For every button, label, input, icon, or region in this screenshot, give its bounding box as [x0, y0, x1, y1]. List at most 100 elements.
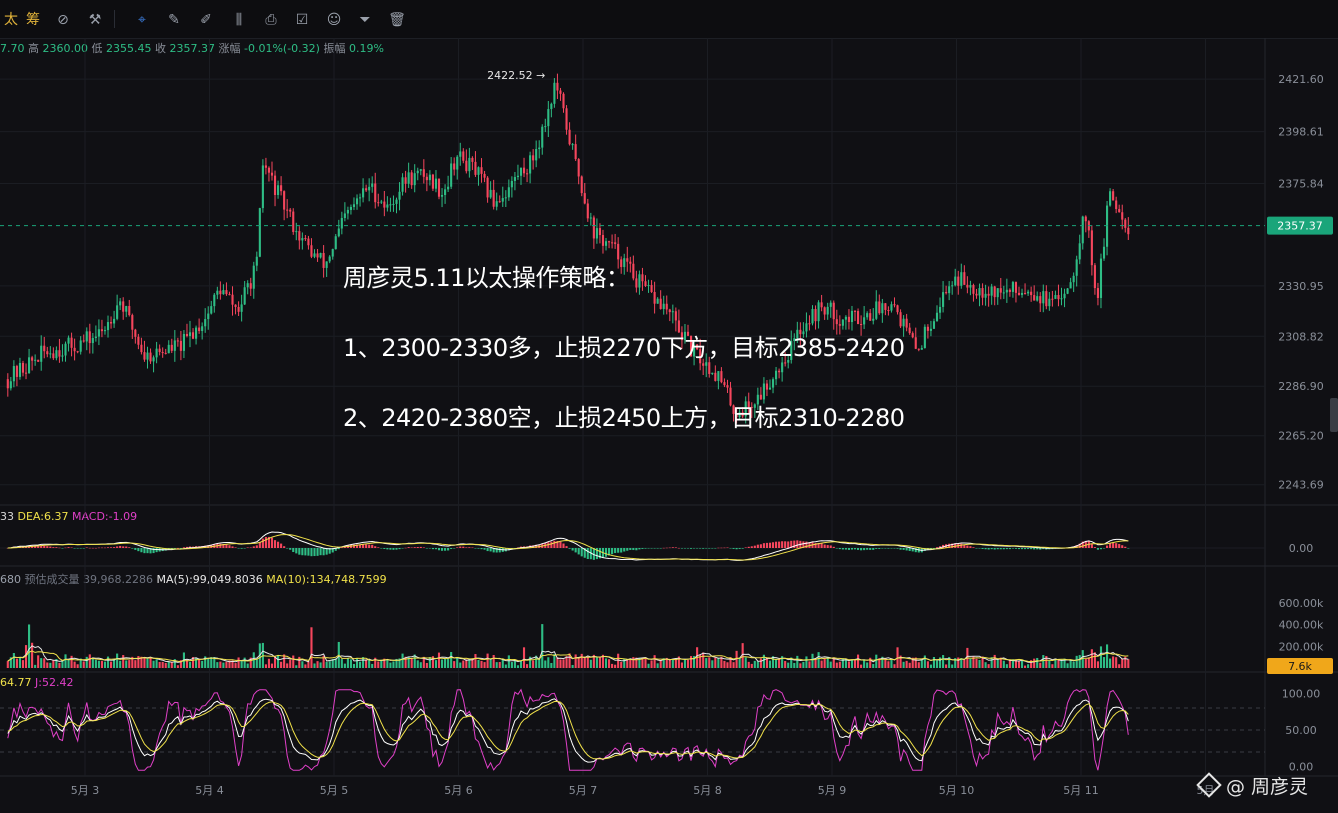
chip-distribution[interactable]: 筹	[22, 9, 44, 31]
volume-bar	[425, 662, 428, 668]
macd-histogram-bar	[440, 548, 444, 551]
macd-histogram-bar	[662, 547, 665, 549]
volume-bar	[113, 659, 116, 668]
macd-histogram-bar	[380, 548, 383, 549]
volume-bar	[574, 654, 577, 668]
macd-histogram-bar	[46, 546, 49, 548]
trash-icon[interactable]: 🗑	[386, 9, 408, 31]
volume-bar	[492, 655, 495, 668]
candle-body	[447, 186, 450, 190]
emoji-icon[interactable]: ☺	[323, 9, 345, 31]
candle-body	[358, 197, 362, 199]
macd-histogram-bar	[881, 548, 884, 549]
candle-body	[1051, 298, 1054, 300]
candle-body	[179, 340, 182, 351]
volume-bar	[929, 664, 932, 668]
volume-bar	[1027, 664, 1030, 668]
macd-zero-label: 0.00	[1289, 542, 1314, 555]
macd-histogram-bar	[784, 541, 787, 548]
candle-body	[1078, 243, 1081, 260]
candle-body	[164, 352, 167, 354]
candle-body	[307, 238, 310, 246]
macd-histogram-bar	[717, 547, 720, 549]
tools-icon[interactable]: ⚒	[84, 9, 106, 31]
macd-histogram-bar	[52, 547, 55, 548]
candle-body	[289, 209, 292, 212]
candle-body	[853, 310, 857, 312]
volume-bar	[152, 660, 155, 668]
macd-histogram-bar	[756, 544, 759, 548]
volume-bar	[298, 656, 301, 668]
macd-histogram-bar	[407, 547, 410, 548]
candle-body	[999, 288, 1002, 293]
macd-histogram-bar	[981, 548, 984, 550]
macd-histogram-bar	[94, 547, 97, 549]
macd-histogram-bar	[319, 548, 322, 556]
volume-bar	[368, 659, 371, 668]
macd-histogram-bar	[58, 547, 61, 549]
candle-body	[298, 231, 301, 241]
volume-bar	[580, 653, 583, 668]
candle-icon[interactable]: ⫼	[228, 9, 250, 31]
volume-bar	[522, 647, 526, 668]
candle-body	[352, 204, 356, 207]
volume-bar	[346, 658, 349, 668]
candle-body	[149, 352, 152, 362]
macd-histogram-bar	[1127, 548, 1130, 549]
candle-body	[996, 288, 999, 298]
candle-body	[437, 178, 441, 197]
candle-body	[261, 165, 264, 209]
candle-body	[1105, 205, 1109, 247]
macd-histogram-bar	[993, 548, 996, 550]
candle-body	[1090, 230, 1093, 266]
macd-histogram-bar	[869, 548, 872, 550]
note-icon[interactable]: ☑	[291, 9, 313, 31]
volume-bar	[1075, 655, 1078, 668]
text-fragment[interactable]: 太	[0, 9, 22, 31]
candle-body	[128, 306, 131, 316]
candle-body	[331, 249, 334, 257]
volume-bar	[611, 663, 614, 668]
volume-bar	[201, 660, 204, 668]
volume-bar	[644, 657, 647, 668]
volume-bar	[714, 657, 717, 668]
high-price-annotation: 2422.52 →	[487, 69, 545, 82]
volume-bar	[1127, 659, 1130, 668]
date-tick-label: 5月 6	[444, 784, 473, 797]
candle-body	[1112, 191, 1115, 201]
candle-body	[176, 340, 179, 342]
candle-body	[1039, 296, 1042, 304]
candle-body	[647, 285, 650, 287]
ruler-icon[interactable]: ✎	[163, 9, 185, 31]
volume-bar	[659, 660, 662, 668]
template-icon[interactable]: ⎙	[260, 9, 282, 31]
pen-icon[interactable]: ✐	[195, 9, 217, 31]
volume-bar	[650, 660, 653, 668]
volume-bar	[134, 660, 137, 668]
price-tick-label: 2375.84	[1278, 177, 1324, 190]
volume-bar	[155, 659, 158, 668]
macd-histogram-bar	[711, 548, 714, 549]
candle-body	[498, 201, 501, 203]
volume-bar	[510, 662, 513, 668]
volume-bar	[325, 661, 328, 668]
draw-select-icon[interactable]: ⌖	[131, 9, 153, 31]
filter-icon[interactable]: ⏷	[354, 9, 376, 31]
candle-body	[1048, 298, 1051, 307]
panel-collapse-handle[interactable]	[1330, 398, 1338, 432]
volume-bar	[428, 657, 431, 668]
volume-bar	[890, 658, 893, 668]
volume-bar	[926, 661, 929, 668]
candle-body	[841, 319, 844, 326]
macd-histogram-bar	[726, 547, 729, 549]
macd-histogram-bar	[377, 547, 380, 548]
candle-body	[781, 362, 784, 373]
volume-bar	[21, 660, 25, 668]
volume-bar	[225, 661, 228, 668]
price-tick-label: 2286.90	[1278, 380, 1324, 393]
volume-bar	[219, 661, 222, 668]
candle-body	[559, 90, 562, 94]
indicator-icon[interactable]: ⊘	[52, 9, 74, 31]
candle-body	[826, 306, 829, 315]
macd-histogram-bar	[908, 548, 911, 551]
